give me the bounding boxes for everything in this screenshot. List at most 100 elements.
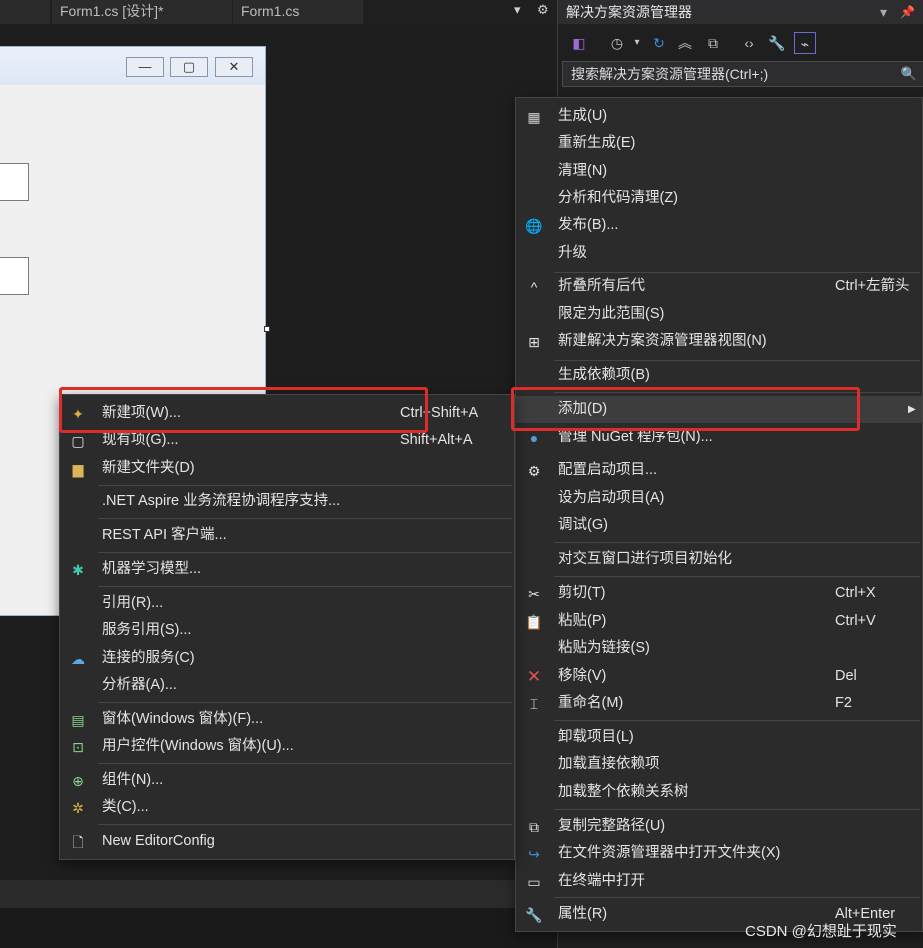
menu-item-debug[interactable]: 调试(G) xyxy=(516,512,922,539)
menu-item-load-dep-tree[interactable]: 加载整个依赖关系树 xyxy=(516,779,922,806)
menu-item-open-folder[interactable]: ↪ 在文件资源管理器中打开文件夹(X) xyxy=(516,840,922,867)
menu-item-rebuild[interactable]: 重新生成(E) xyxy=(516,130,922,157)
submenu-item-class[interactable]: ✲ 类(C)... xyxy=(60,794,514,821)
menu-item-cut[interactable]: ✂ 剪切(T) Ctrl+X xyxy=(516,580,922,607)
menu-item-publish[interactable]: 🌐 发布(B)... xyxy=(516,212,922,239)
solution-search-input[interactable]: 搜索解决方案资源管理器(Ctrl+;) 🔍 xyxy=(562,61,923,87)
component-icon: ⊕ xyxy=(72,773,84,789)
menu-label: 对交互窗口进行项目初始化 xyxy=(558,551,732,567)
tab-settings-icon[interactable]: ⚙ xyxy=(537,2,549,18)
connected-service-icon: ☁ xyxy=(71,651,85,667)
menu-item-configure-startup[interactable]: ⚙ 配置启动项目... xyxy=(516,457,922,484)
menu-item-paste[interactable]: 📋 粘贴(P) Ctrl+V xyxy=(516,608,922,635)
folder-icon: ▆ xyxy=(72,461,84,477)
submenu-item-connected-service[interactable]: ☁ 连接的服务(C) xyxy=(60,645,514,672)
file-icon: 🗋 xyxy=(72,834,84,850)
document-tab-strip: Form1.cs [设计]* Form1.cs ▾ ⚙ xyxy=(0,0,556,24)
submenu-item-analyzer[interactable]: 分析器(A)... xyxy=(60,672,514,699)
dropdown-icon[interactable]: ▾ xyxy=(880,0,887,24)
menu-label: 在终端中打开 xyxy=(558,873,645,889)
menu-item-build-deps[interactable]: 生成依赖项(B) xyxy=(516,362,922,389)
menu-label: 生成(U) xyxy=(558,108,608,124)
history-icon[interactable]: ◷ xyxy=(606,32,628,54)
tab-hidden[interactable] xyxy=(0,0,50,24)
existing-item-icon: ▢ xyxy=(71,433,85,449)
menu-label: 重命名(M) xyxy=(558,695,624,711)
menu-shortcut: Ctrl+X xyxy=(835,585,876,601)
form-textbox-1[interactable] xyxy=(0,163,29,201)
chevron-down-icon[interactable]: ▾ xyxy=(626,32,648,54)
menu-item-clean[interactable]: 清理(N) xyxy=(516,158,922,185)
vs-project-icon[interactable]: ◧ xyxy=(568,32,590,54)
tab-dropdown-icon[interactable]: ▾ xyxy=(514,2,521,18)
menu-item-paste-link[interactable]: 粘贴为链接(S) xyxy=(516,635,922,662)
remove-x-icon: ✕ xyxy=(526,667,542,686)
rename-icon: ⌶ xyxy=(529,696,539,712)
menu-item-open-terminal[interactable]: ▭ 在终端中打开 xyxy=(516,868,922,895)
add-submenu: ✦ 新建项(W)... Ctrl+Shift+A ▢ 现有项(G)... Shift+A… xyxy=(59,394,515,860)
tab-label: Form1.cs [设计]* xyxy=(60,3,164,19)
submenu-item-reference[interactable]: 引用(R)... xyxy=(60,590,514,617)
menu-label: 窗体(Windows 窗体)(F)... xyxy=(102,711,264,727)
submenu-item-rest-api[interactable]: REST API 客户端... xyxy=(60,522,514,549)
menu-item-analyze[interactable]: 分析和代码清理(Z) xyxy=(516,185,922,212)
menu-label: 类(C)... xyxy=(102,799,149,815)
tab-form1-designer[interactable]: Form1.cs [设计]* xyxy=(52,0,232,24)
submenu-item-service-reference[interactable]: 服务引用(S)... xyxy=(60,617,514,644)
code-view-icon[interactable]: ‹› xyxy=(738,32,760,54)
properties-wrench-icon[interactable]: 🔧 xyxy=(766,32,788,54)
copy-view-icon[interactable]: ⧉ xyxy=(702,32,724,54)
menu-separator xyxy=(554,809,920,810)
menu-item-load-direct-deps[interactable]: 加载直接依赖项 xyxy=(516,751,922,778)
menu-label: 加载整个依赖关系树 xyxy=(558,784,689,800)
pin-icon[interactable]: 📌 xyxy=(900,0,915,24)
chevron-up-icon: ^ xyxy=(530,279,538,295)
menu-item-collapse-all[interactable]: ^ 折叠所有后代 Ctrl+左箭头 xyxy=(516,273,922,300)
menu-item-set-startup[interactable]: 设为启动项目(A) xyxy=(516,485,922,512)
submenu-item-ml-model[interactable]: ✱ 机器学习模型... xyxy=(60,556,514,583)
menu-separator xyxy=(554,576,920,577)
menu-item-rename[interactable]: ⌶ 重命名(M) F2 xyxy=(516,690,922,717)
menu-separator xyxy=(98,763,512,764)
menu-item-scope[interactable]: 限定为此范围(S) xyxy=(516,301,922,328)
refresh-icon[interactable]: ↻ xyxy=(648,32,670,54)
close-icon[interactable]: ✕ xyxy=(215,57,253,77)
menu-item-build[interactable]: ▦ 生成(U) xyxy=(516,103,922,130)
terminal-icon: ▭ xyxy=(527,874,541,890)
menu-label: 加载直接依赖项 xyxy=(558,756,660,772)
tab-form1-code[interactable]: Form1.cs xyxy=(233,0,363,24)
collapse-all-icon[interactable]: ︽ xyxy=(674,32,696,54)
paste-icon: 📋 xyxy=(525,614,543,630)
menu-separator xyxy=(554,720,920,721)
submenu-item-user-control[interactable]: ⊡ 用户控件(Windows 窗体)(U)... xyxy=(60,733,514,760)
submenu-item-component[interactable]: ⊕ 组件(N)... xyxy=(60,767,514,794)
preview-selected-icon[interactable]: ⌁ xyxy=(794,32,816,54)
menu-label: 连接的服务(C) xyxy=(102,650,195,666)
menu-label: 引用(R)... xyxy=(102,595,164,611)
solution-explorer-toolbar: ◧ ◷ ▾ ↻ ︽ ⧉ ‹› 🔧 ⌁ xyxy=(558,28,923,58)
menu-item-copy-path[interactable]: ⧉ 复制完整路径(U) xyxy=(516,813,922,840)
watermark: CSDN @幻想趾于现实 xyxy=(745,923,897,940)
menu-separator xyxy=(98,586,512,587)
submenu-item-form[interactable]: ▤ 窗体(Windows 窗体)(F)... xyxy=(60,706,514,733)
search-icon[interactable]: 🔍 xyxy=(901,62,917,86)
maximize-icon[interactable]: ▢ xyxy=(170,57,208,77)
resize-handle[interactable] xyxy=(264,326,270,332)
menu-separator xyxy=(554,360,920,361)
submenu-item-editorconfig[interactable]: 🗋 New EditorConfig xyxy=(60,828,514,855)
submenu-item-aspire[interactable]: .NET Aspire 业务流程协调程序支持... xyxy=(60,488,514,515)
menu-label: 粘贴(P) xyxy=(558,613,607,629)
menu-item-unload[interactable]: 卸载项目(L) xyxy=(516,724,922,751)
menu-label: 重新生成(E) xyxy=(558,135,636,151)
minimize-icon[interactable]: — xyxy=(126,57,164,77)
menu-item-new-view[interactable]: ⊞ 新建解决方案资源管理器视图(N) xyxy=(516,328,922,355)
menu-item-remove[interactable]: ✕ 移除(V) Del xyxy=(516,663,922,690)
submenu-item-new-folder[interactable]: ▆ 新建文件夹(D) xyxy=(60,455,514,482)
menu-item-interactive-init[interactable]: 对交互窗口进行项目初始化 xyxy=(516,546,922,573)
build-icon: ▦ xyxy=(527,109,541,125)
form-textbox-2[interactable] xyxy=(0,257,29,295)
menu-separator xyxy=(98,824,512,825)
menu-separator xyxy=(554,897,920,898)
menu-item-upgrade[interactable]: 升级 xyxy=(516,240,922,267)
menu-shortcut: Ctrl+V xyxy=(835,613,876,629)
